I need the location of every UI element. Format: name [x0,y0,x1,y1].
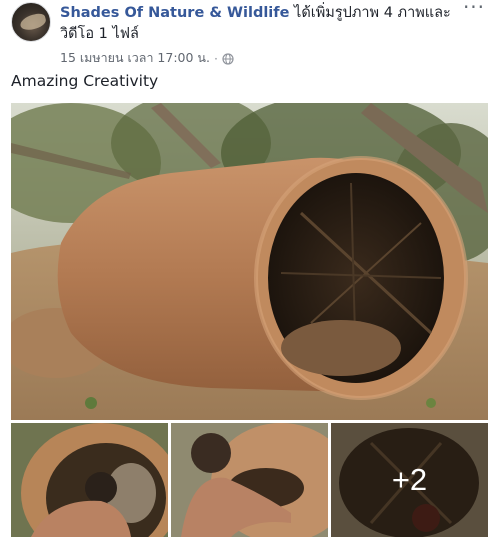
post-options-button[interactable]: ··· [462,0,486,20]
main-photo[interactable] [11,103,488,420]
photo-thumbnail-2[interactable] [171,423,328,537]
post-header: Shades Of Nature & Wildlife ได้เพิ่มรูปภ… [60,3,460,45]
avatar-bird-image [18,11,48,33]
post-meta: 15 เมษายน เวลา 17:00 น. · [60,48,234,68]
man-at-tunnel-photo [11,423,168,537]
man-building-photo [171,423,328,537]
photo-thumbnails: +2 [11,423,488,537]
more-photos-overlay[interactable]: +2 [331,423,488,537]
more-photos-count: +2 [391,462,428,497]
meta-separator: · [213,50,218,66]
photo-thumbnail-1[interactable] [11,423,168,537]
page-name-link[interactable]: Shades Of Nature & Wildlife [60,5,289,21]
clay-tunnel-photo [11,103,488,420]
post-timestamp[interactable]: 15 เมษายน เวลา 17:00 น. [60,48,210,68]
photo-thumbnail-3[interactable]: +2 [331,423,488,537]
facebook-post: Shades Of Nature & Wildlife ได้เพิ่มรูปภ… [0,0,500,537]
post-caption: Amazing Creativity [11,72,159,90]
page-avatar[interactable] [11,2,51,42]
globe-icon[interactable] [222,53,234,65]
